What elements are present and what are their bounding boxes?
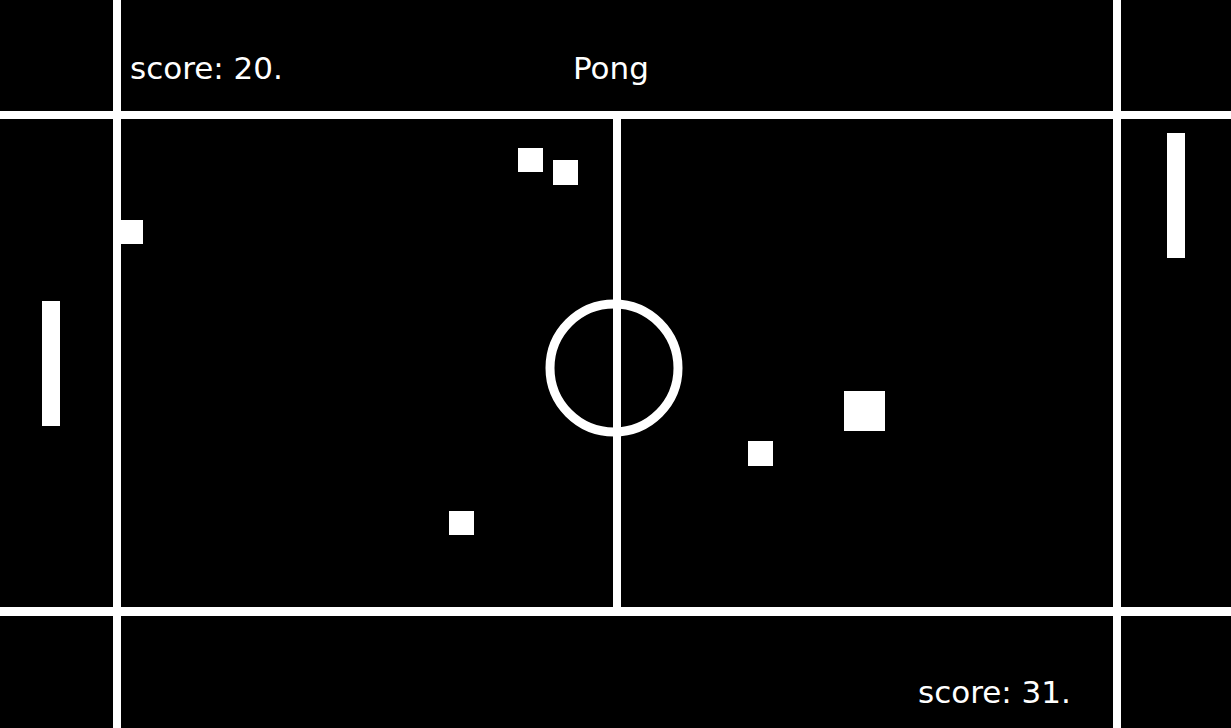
left-paddle[interactable] [42,301,60,426]
ball [748,441,773,466]
game-screen: Pong score: 20. score: 31. [0,0,1231,728]
ball [844,391,885,431]
playing-field [0,0,1231,728]
ball [553,160,578,185]
right-paddle[interactable] [1167,133,1185,258]
right-score: score: 31. [916,674,1073,711]
left-score: score: 20. [128,50,285,87]
ball [449,511,474,535]
ball [120,220,143,244]
game-title: Pong [571,50,651,87]
ball [518,148,543,172]
